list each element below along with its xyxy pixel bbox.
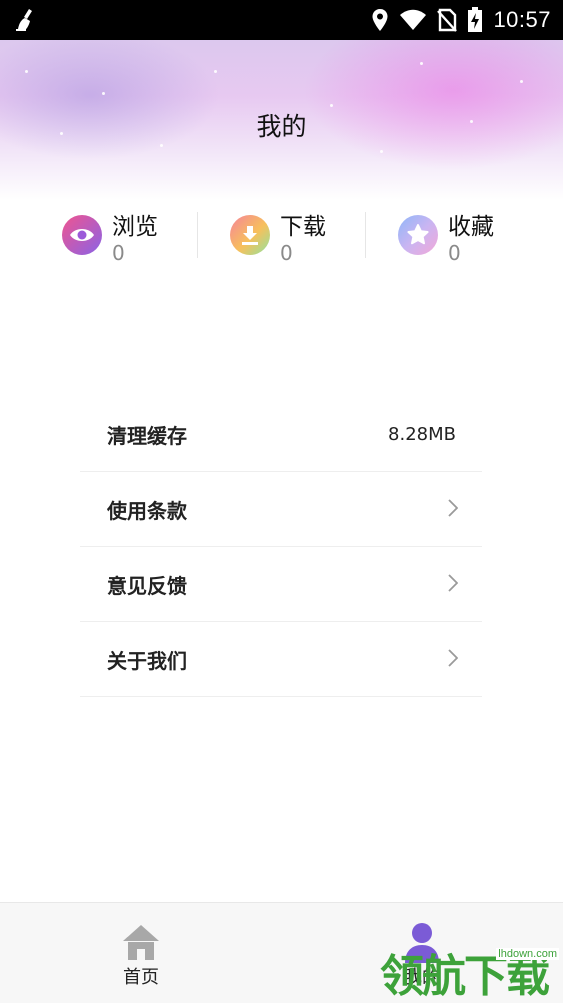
nav-home[interactable]: 首页 — [71, 903, 211, 1003]
sparkle — [380, 150, 383, 153]
nav-label: 首页 — [123, 967, 159, 988]
status-time: 10:57 — [493, 7, 551, 32]
menu-clear-cache[interactable]: 清理缓存 8.28MB — [80, 397, 482, 472]
sparkle — [102, 92, 105, 95]
sparkle — [520, 80, 523, 83]
chevron-right-icon — [448, 499, 458, 517]
status-bar: 10:57 — [0, 0, 563, 40]
stat-browse[interactable]: 浏览 0 — [62, 205, 212, 269]
header-glow-right — [303, 40, 563, 170]
stat-count: 0 — [112, 241, 125, 265]
broom-icon — [16, 9, 32, 31]
menu-item-label: 关于我们 — [107, 648, 187, 673]
stat-count: 0 — [280, 241, 293, 265]
wifi-icon — [400, 9, 427, 30]
stat-label: 收藏 — [448, 214, 494, 240]
menu-about-us[interactable]: 关于我们 — [80, 622, 482, 697]
sparkle — [214, 70, 217, 73]
location-icon — [372, 9, 388, 31]
star-icon — [398, 215, 438, 255]
menu-item-label: 意见反馈 — [107, 573, 187, 598]
stat-download[interactable]: 下载 0 — [230, 205, 380, 269]
menu-feedback[interactable]: 意见反馈 — [80, 547, 482, 622]
chevron-right-icon — [448, 649, 458, 667]
menu-terms-of-use[interactable]: 使用条款 — [80, 472, 482, 547]
settings-menu: 清理缓存 8.28MB 使用条款 意见反馈 关于我们 — [80, 397, 482, 697]
download-icon — [230, 215, 270, 255]
battery-charging-icon — [468, 7, 483, 32]
stats-row: 浏览 0 下载 0 收藏 0 — [0, 205, 563, 269]
stat-divider — [197, 212, 198, 258]
menu-item-label: 使用条款 — [107, 498, 187, 523]
stat-divider — [365, 212, 366, 258]
stat-favorite[interactable]: 收藏 0 — [398, 205, 548, 269]
menu-item-label: 清理缓存 — [107, 423, 187, 448]
page-title: 我的 — [256, 112, 307, 141]
sparkle — [25, 70, 28, 73]
watermark-url: lhdown.com — [496, 948, 559, 960]
no-sim-icon — [437, 8, 458, 32]
watermark-logo: 领航下载 lhdown.com — [380, 938, 563, 1002]
cache-size-value: 8.28MB — [388, 423, 456, 445]
eye-icon — [62, 215, 102, 255]
stat-label: 浏览 — [112, 214, 158, 240]
stat-label: 下载 — [280, 214, 326, 240]
sparkle — [160, 144, 163, 147]
chevron-right-icon — [448, 574, 458, 592]
home-icon — [123, 925, 159, 960]
stat-count: 0 — [448, 241, 461, 265]
sparkle — [420, 62, 423, 65]
